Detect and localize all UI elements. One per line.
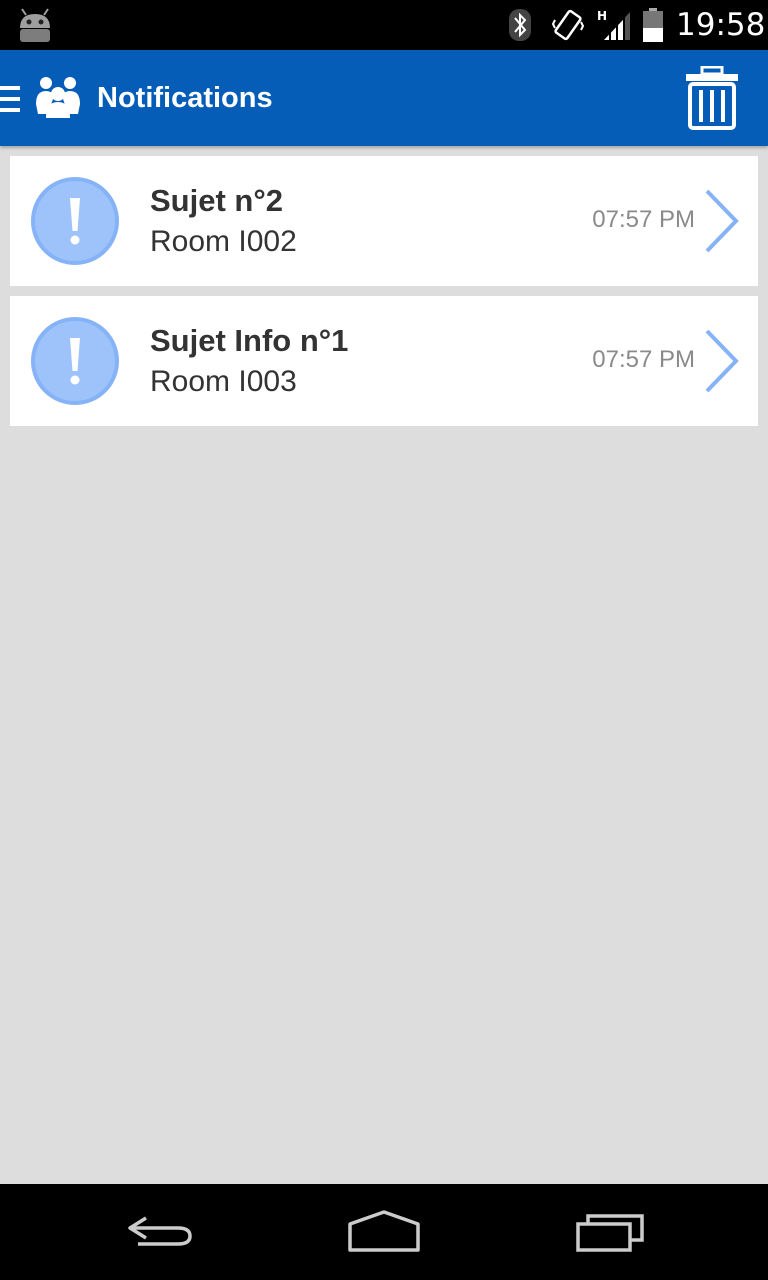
battery-icon — [643, 8, 663, 42]
list-item[interactable]: Sujet n°2 Room I002 07:57 PM — [10, 156, 758, 286]
back-icon[interactable] — [124, 1210, 196, 1254]
notification-room: Room I002 — [150, 225, 297, 258]
chevron-right-icon — [705, 189, 739, 253]
status-bar: H 19:58 — [0, 0, 768, 50]
notification-title: Sujet n°2 — [150, 183, 283, 218]
vibrate-icon — [552, 9, 584, 41]
recent-apps-icon[interactable] — [574, 1210, 646, 1254]
home-icon[interactable] — [346, 1210, 422, 1254]
android-icon — [20, 8, 50, 42]
people-icon[interactable] — [34, 74, 82, 120]
notification-room: Room I003 — [150, 365, 297, 398]
menu-icon[interactable] — [0, 86, 22, 114]
alert-icon — [31, 177, 119, 265]
bluetooth-icon — [509, 9, 531, 41]
alert-icon — [31, 317, 119, 405]
trash-icon — [686, 65, 738, 130]
svg-text:H: H — [597, 9, 607, 23]
status-clock: 19:58 — [676, 7, 766, 43]
notification-list: Sujet n°2 Room I002 07:57 PM Sujet Info … — [10, 156, 758, 436]
notification-time: 07:57 PM — [592, 206, 695, 233]
app-bar: Notifications — [0, 50, 768, 146]
navigation-bar — [0, 1184, 768, 1280]
chevron-right-icon — [705, 329, 739, 393]
signal-h-icon: H — [597, 9, 630, 40]
list-item[interactable]: Sujet Info n°1 Room I003 07:57 PM — [10, 296, 758, 426]
delete-all-button[interactable] — [684, 65, 740, 130]
page-title: Notifications — [97, 82, 273, 114]
notification-time: 07:57 PM — [592, 346, 695, 373]
notification-title: Sujet Info n°1 — [150, 323, 349, 358]
